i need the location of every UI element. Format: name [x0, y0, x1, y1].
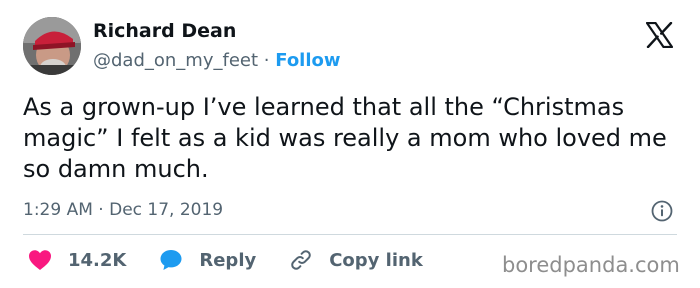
info-icon[interactable] — [651, 200, 673, 222]
handle-separator: · — [263, 50, 270, 71]
follow-button[interactable]: Follow — [275, 50, 340, 71]
divider — [23, 234, 677, 235]
action-bar: 14.2K Reply Copy link — [23, 246, 423, 274]
reply-label: Reply — [199, 249, 257, 271]
tweet-time: 1:29 AM — [23, 200, 93, 220]
tweet-timestamp[interactable]: 1:29 AM · Dec 17, 2019 — [23, 200, 223, 220]
reply-button[interactable]: Reply — [159, 248, 256, 272]
reply-bubble-icon — [160, 250, 182, 270]
copy-link-button[interactable]: Copy link — [289, 248, 423, 272]
tweet-date: Dec 17, 2019 — [109, 200, 224, 220]
watermark: boredpanda.com — [502, 253, 680, 277]
like-button[interactable]: 14.2K — [28, 249, 126, 271]
meta-separator: · — [98, 200, 104, 220]
avatar[interactable] — [23, 17, 81, 75]
like-count: 14.2K — [68, 249, 127, 271]
link-icon — [291, 250, 312, 270]
heart-icon — [29, 250, 51, 270]
x-logo-icon[interactable] — [645, 21, 674, 49]
tweet-text: As a grown-up I’ve learned that all the … — [23, 93, 667, 183]
author-display-name[interactable]: Richard Dean — [93, 20, 236, 42]
copy-link-label: Copy link — [329, 249, 423, 271]
avatar-photo — [23, 17, 81, 75]
author-handle-row: @dad_on_my_feet · Follow — [93, 50, 341, 71]
author-handle[interactable]: @dad_on_my_feet — [93, 50, 258, 71]
